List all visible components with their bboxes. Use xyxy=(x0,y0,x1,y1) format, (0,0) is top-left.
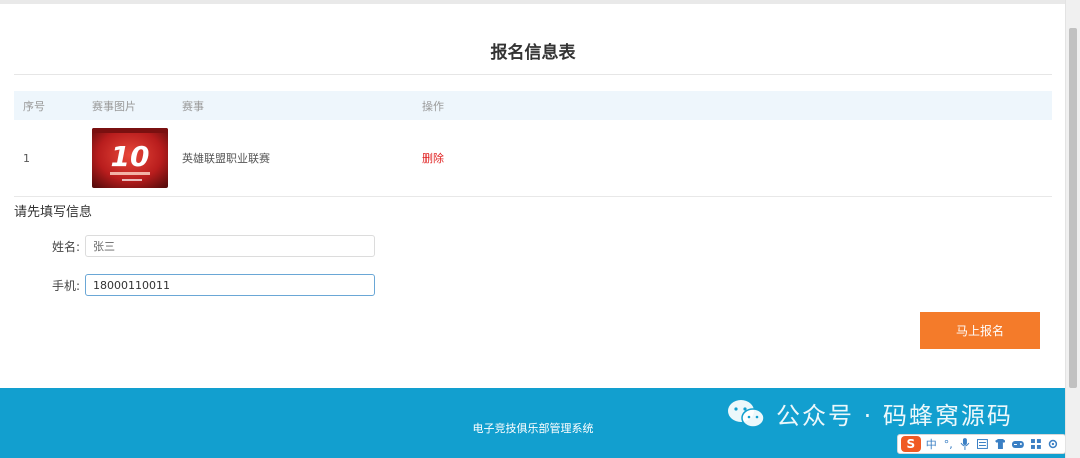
delete-link[interactable]: 删除 xyxy=(422,152,444,165)
phone-row: 手机: xyxy=(14,273,375,297)
gamepad-icon[interactable] xyxy=(1012,440,1025,449)
phone-label: 手机: xyxy=(51,278,80,293)
phone-input[interactable] xyxy=(85,274,375,296)
scrollbar-thumb[interactable] xyxy=(1069,28,1077,388)
name-label: 姓名: xyxy=(51,239,80,254)
header-action: 操作 xyxy=(422,91,1052,120)
watermark: 公众号 · 码蜂窝源码 xyxy=(726,396,1013,431)
keyboard-icon[interactable] xyxy=(976,439,988,449)
title-divider xyxy=(14,74,1052,75)
ime-toolbar: S 中 °, xyxy=(897,434,1066,454)
submit-button[interactable]: 马上报名 xyxy=(920,312,1040,349)
ime-punct[interactable]: °, xyxy=(944,438,953,451)
ime-logo-icon[interactable]: S xyxy=(901,436,921,452)
vertical-scrollbar[interactable] xyxy=(1065,0,1080,458)
form-title: 请先填写信息 xyxy=(14,205,93,220)
mic-icon[interactable] xyxy=(960,438,970,450)
shirt-icon[interactable] xyxy=(994,439,1006,449)
name-row: 姓名: xyxy=(14,234,375,258)
watermark-text: 公众号 · 码蜂窝源码 xyxy=(776,402,1013,430)
row-action-cell: 删除 xyxy=(422,120,1052,197)
wechat-icon xyxy=(728,399,765,428)
table-row: 1 10 英雄联盟职业联赛 删除 xyxy=(14,120,1052,197)
header-event: 赛事 xyxy=(182,91,422,120)
ime-mode[interactable]: 中 xyxy=(926,436,937,452)
page: 报名信息表 序号 赛事图片 赛事 操作 1 10 英雄联盟职业联赛 删除 请先填… xyxy=(0,0,1080,458)
page-title: 报名信息表 xyxy=(490,43,576,63)
signup-table: 序号 赛事图片 赛事 操作 1 10 英雄联盟职业联赛 删除 xyxy=(14,91,1052,197)
table-header-row: 序号 赛事图片 赛事 操作 xyxy=(14,91,1052,120)
name-input[interactable] xyxy=(85,235,375,257)
header-image: 赛事图片 xyxy=(92,91,182,120)
row-event-name: 英雄联盟职业联赛 xyxy=(182,120,422,197)
event-image-cell: 10 xyxy=(92,120,182,197)
row-index: 1 xyxy=(14,120,92,197)
grid-icon[interactable] xyxy=(1031,439,1042,449)
settings-icon[interactable] xyxy=(1048,439,1058,449)
top-bar xyxy=(0,0,1066,4)
svg-text:10: 10 xyxy=(111,140,150,173)
event-thumbnail: 10 xyxy=(92,128,168,188)
header-index: 序号 xyxy=(14,91,92,120)
